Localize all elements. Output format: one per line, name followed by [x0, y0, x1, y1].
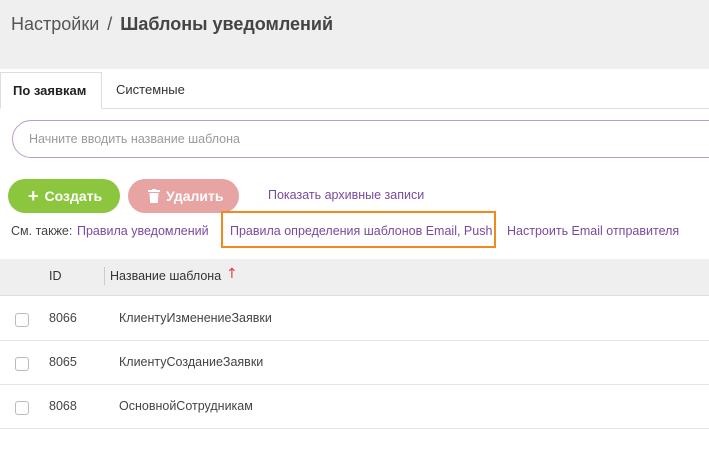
show-archive-link[interactable]: Показать архивные записи — [268, 188, 424, 202]
row-checkbox[interactable] — [15, 401, 29, 415]
table-row[interactable]: 8065 КлиентуСозданиеЗаявки — [0, 340, 709, 385]
row-template-name[interactable]: КлиентуСозданиеЗаявки — [119, 355, 263, 369]
tab-system[interactable]: Системные — [104, 72, 197, 108]
column-divider — [104, 267, 105, 285]
delete-button-label: Удалить — [166, 188, 224, 204]
column-header-id[interactable]: ID — [49, 269, 62, 283]
table-header: ID Название шаблона ↑ — [0, 259, 709, 296]
delete-button[interactable]: Удалить — [128, 179, 239, 213]
page-title: Шаблоны уведомлений — [120, 14, 334, 34]
see-also-label: См. также: — [11, 224, 73, 238]
table-row[interactable]: 8066 КлиентуИзменениеЗаявки — [0, 296, 709, 341]
table-row[interactable]: 8068 ОсновнойСотрудникам — [0, 384, 709, 429]
tab-by-requests[interactable]: По заявкам — [0, 72, 102, 109]
create-button[interactable]: + Создать — [8, 179, 120, 213]
create-button-label: Создать — [44, 188, 103, 204]
template-rules-link[interactable]: Правила определения шаблонов Email, Push — [230, 224, 492, 238]
row-checkbox[interactable] — [15, 313, 29, 327]
page-header: Настройки / Шаблоны уведомлений — [0, 0, 709, 69]
trash-icon — [148, 188, 160, 203]
row-id: 8066 — [49, 311, 77, 325]
template-search-input[interactable] — [12, 120, 709, 158]
notification-rules-link[interactable]: Правила уведомлений — [77, 224, 209, 238]
row-id: 8068 — [49, 399, 77, 413]
tab-bar: По заявкам Системные — [0, 72, 709, 109]
row-template-name[interactable]: ОсновнойСотрудникам — [119, 399, 253, 413]
sort-ascending-icon[interactable]: ↑ — [226, 266, 238, 282]
breadcrumb-settings-link[interactable]: Настройки — [11, 14, 99, 34]
row-template-name[interactable]: КлиентуИзменениеЗаявки — [119, 311, 272, 325]
breadcrumb: Настройки / Шаблоны уведомлений — [11, 13, 333, 35]
breadcrumb-separator: / — [107, 14, 113, 34]
row-checkbox[interactable] — [15, 357, 29, 371]
row-id: 8065 — [49, 355, 77, 369]
column-header-name[interactable]: Название шаблона — [110, 269, 221, 283]
email-sender-settings-link[interactable]: Настроить Email отправителя — [507, 224, 679, 238]
plus-icon: + — [28, 186, 39, 206]
